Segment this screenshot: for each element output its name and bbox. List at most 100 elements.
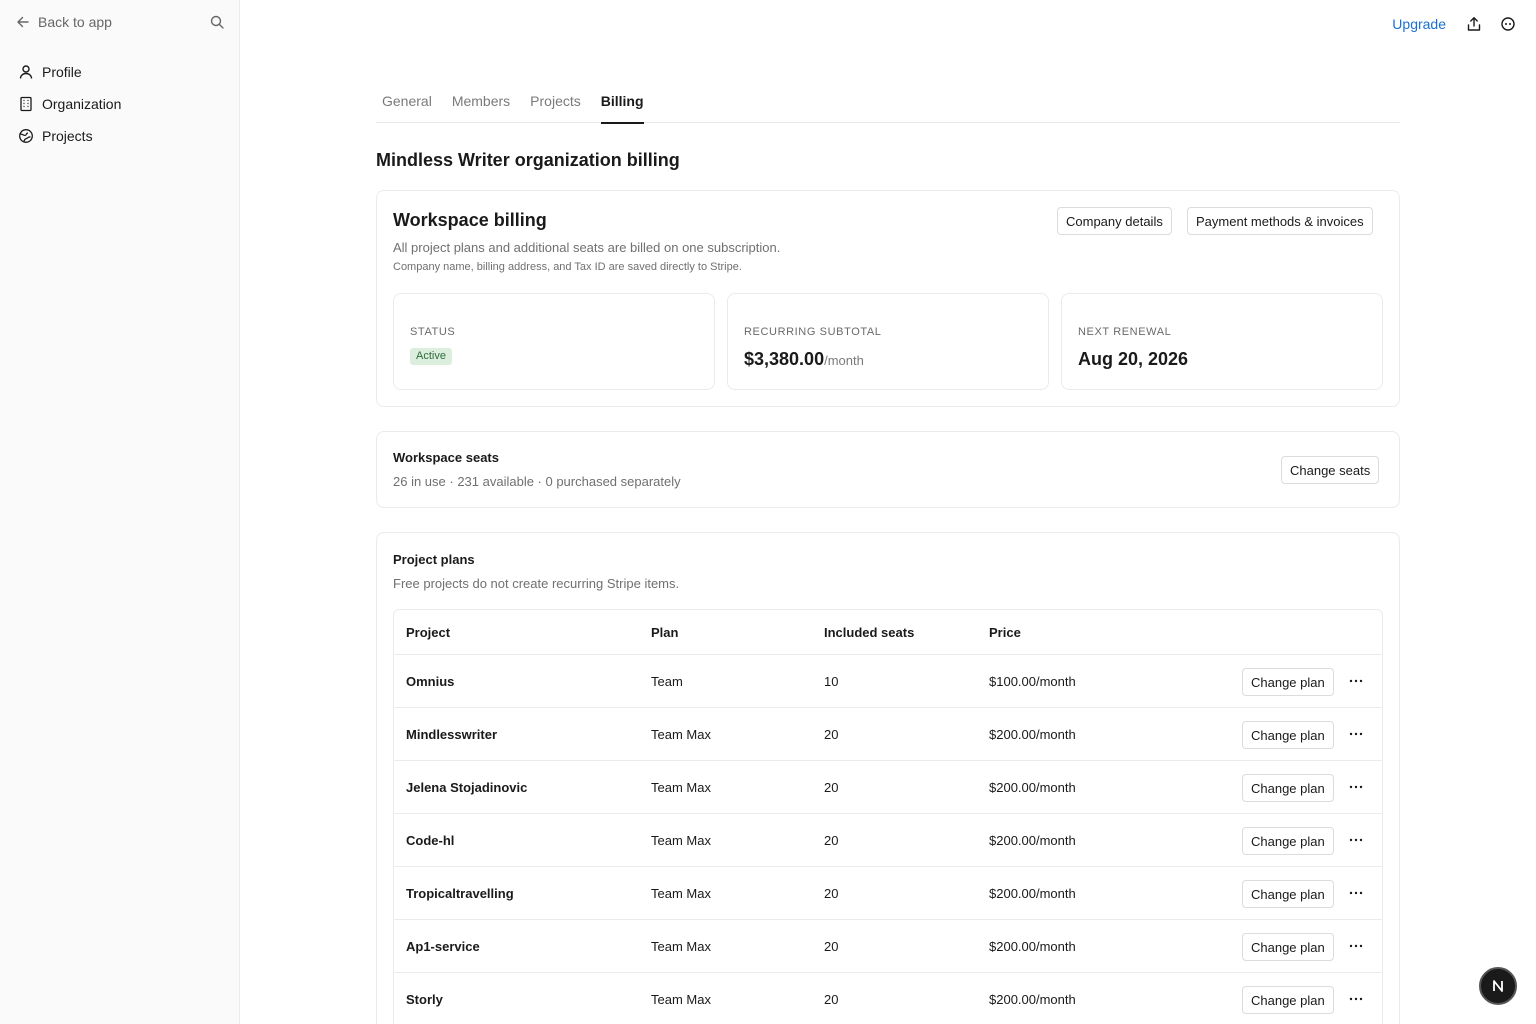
cell-plan: Team Max bbox=[651, 727, 711, 742]
next-renewal-value: Aug 20, 2026 bbox=[1078, 349, 1189, 369]
cell-plan: Team Max bbox=[651, 780, 711, 795]
back-to-app-link[interactable]: Back to app bbox=[16, 14, 112, 30]
cell-plan: Team Max bbox=[651, 833, 711, 848]
table-row: Tropicaltravelling Team Max 20 $200.00/mont… bbox=[394, 867, 1382, 920]
assistant-icon[interactable] bbox=[1500, 16, 1516, 32]
project-plans-table: Project Plan Included seats Price Omnius… bbox=[393, 609, 1383, 1024]
project-plans-card: Project plans Free projects do not creat… bbox=[376, 532, 1400, 1024]
project-plans-subtitle: Free projects do not create recurring St… bbox=[393, 576, 680, 591]
payment-methods-button[interactable]: Payment methods & invoices bbox=[1187, 207, 1373, 235]
sidebar-item-profile[interactable]: Profile bbox=[18, 56, 228, 88]
workspace-billing-subtitle: All project plans and additional seats a… bbox=[393, 240, 781, 255]
cell-project: Tropicaltravelling bbox=[406, 886, 514, 901]
company-details-button[interactable]: Company details bbox=[1057, 207, 1172, 235]
table-row: Omnius Team 10 $100.00/month Change plan bbox=[394, 655, 1382, 708]
workspace-billing-note: Company name, billing address, and Tax I… bbox=[393, 261, 742, 273]
column-header-included-seats: Included seats bbox=[824, 625, 915, 640]
tab-billing[interactable]: Billing bbox=[600, 86, 644, 124]
cell-plan: Team Max bbox=[651, 992, 711, 1007]
change-seats-button[interactable]: Change seats bbox=[1281, 456, 1380, 484]
table-header: Project Plan Included seats Price bbox=[394, 610, 1382, 655]
cell-project: Jelena Stojadinovic bbox=[406, 780, 528, 795]
table-row: Ap1-service Team Max 20 $200.00/month Change… bbox=[394, 920, 1382, 973]
change-plan-button[interactable]: Change plan bbox=[1242, 721, 1334, 749]
project-plans-title: Project plans bbox=[393, 552, 475, 567]
more-options-icon[interactable] bbox=[1346, 989, 1366, 1009]
cell-included-seats: 20 bbox=[824, 939, 839, 954]
cell-included-seats: 20 bbox=[824, 780, 839, 795]
upgrade-link[interactable]: Upgrade bbox=[1392, 16, 1446, 32]
top-bar: Upgrade bbox=[1392, 12, 1516, 36]
cell-included-seats: 20 bbox=[824, 992, 839, 1007]
column-header-project: Project bbox=[406, 625, 451, 640]
user-icon bbox=[18, 64, 34, 80]
share-icon[interactable] bbox=[1466, 16, 1482, 32]
table-body: Omnius Team 10 $100.00/month Change plan Mind… bbox=[394, 655, 1382, 1024]
cell-price: $200.00/month bbox=[989, 939, 1076, 954]
more-options-icon[interactable] bbox=[1346, 777, 1366, 797]
more-options-icon[interactable] bbox=[1346, 883, 1366, 903]
more-options-icon[interactable] bbox=[1346, 936, 1366, 956]
cell-project: Storly bbox=[406, 992, 443, 1007]
change-plan-button[interactable]: Change plan bbox=[1242, 668, 1334, 696]
recurring-subtotal-value: $3,380.00 bbox=[744, 349, 825, 369]
sidebar-item-label: Projects bbox=[42, 128, 93, 144]
building-icon bbox=[18, 96, 34, 112]
tab-members[interactable]: Members bbox=[452, 86, 510, 123]
workspace-seats-title: Workspace seats bbox=[393, 450, 499, 465]
column-header-price: Price bbox=[989, 625, 1021, 640]
cell-project: Mindlesswriter bbox=[406, 727, 498, 742]
table-row: Mindlesswriter Team Max 20 $200.00/month Cha… bbox=[394, 708, 1382, 761]
status-badge: Active bbox=[410, 348, 452, 365]
cell-price: $200.00/month bbox=[989, 727, 1076, 742]
cell-project: Omnius bbox=[406, 674, 455, 689]
change-plan-button[interactable]: Change plan bbox=[1242, 880, 1334, 908]
sidebar-item-label: Profile bbox=[42, 64, 82, 80]
tab-general[interactable]: General bbox=[382, 86, 432, 123]
change-plan-button[interactable]: Change plan bbox=[1242, 933, 1334, 961]
cell-plan: Team Max bbox=[651, 939, 711, 954]
recurring-subtotal-value-wrap: $3,380.00/month bbox=[744, 349, 864, 370]
workspace-billing-card: Workspace billing All project plans and … bbox=[376, 190, 1400, 407]
cell-price: $100.00/month bbox=[989, 674, 1076, 689]
next-renewal-label: NEXT RENEWAL bbox=[1078, 326, 1172, 338]
floating-n-button[interactable] bbox=[1479, 967, 1517, 1005]
tab-projects[interactable]: Projects bbox=[530, 86, 581, 123]
cell-price: $200.00/month bbox=[989, 833, 1076, 848]
table-row: Jelena Stojadinovic Team Max 20 $200.00/mon… bbox=[394, 761, 1382, 814]
sidebar: Back to app Profile Organization Project… bbox=[0, 0, 240, 1024]
status-label: STATUS bbox=[410, 326, 456, 338]
sidebar-nav: Profile Organization Projects bbox=[18, 56, 228, 152]
arrow-left-icon bbox=[16, 15, 30, 29]
cell-included-seats: 20 bbox=[824, 886, 839, 901]
status-stat: STATUS Active bbox=[393, 293, 715, 390]
recurring-subtotal-label: RECURRING SUBTOTAL bbox=[744, 326, 882, 338]
cell-price: $200.00/month bbox=[989, 886, 1076, 901]
search-icon[interactable] bbox=[210, 15, 224, 29]
n-logo-icon bbox=[1493, 980, 1503, 992]
cell-project: Ap1-service bbox=[406, 939, 480, 954]
cell-price: $200.00/month bbox=[989, 992, 1076, 1007]
table-row: Storly Team Max 20 $200.00/month Change plan bbox=[394, 973, 1382, 1024]
cell-price: $200.00/month bbox=[989, 780, 1076, 795]
cell-project: Code-hl bbox=[406, 833, 455, 848]
globe-icon bbox=[18, 128, 34, 144]
more-options-icon[interactable] bbox=[1346, 724, 1366, 744]
recurring-subtotal-unit: /month bbox=[824, 353, 864, 368]
back-to-app-label: Back to app bbox=[38, 14, 112, 30]
change-plan-button[interactable]: Change plan bbox=[1242, 986, 1334, 1014]
more-options-icon[interactable] bbox=[1346, 830, 1366, 850]
page-title: Mindless Writer organization billing bbox=[376, 150, 680, 170]
change-plan-button[interactable]: Change plan bbox=[1242, 827, 1334, 855]
next-renewal-stat: NEXT RENEWAL Aug 20, 2026 bbox=[1061, 293, 1383, 390]
sidebar-item-organization[interactable]: Organization bbox=[18, 88, 228, 120]
cell-included-seats: 20 bbox=[824, 727, 839, 742]
change-plan-button[interactable]: Change plan bbox=[1242, 774, 1334, 802]
workspace-seats-card: Workspace seats 26 in use · 231 availabl… bbox=[376, 431, 1400, 508]
cell-plan: Team Max bbox=[651, 886, 711, 901]
cell-included-seats: 20 bbox=[824, 833, 839, 848]
cell-plan: Team bbox=[651, 674, 683, 689]
sidebar-header: Back to app bbox=[16, 12, 224, 32]
more-options-icon[interactable] bbox=[1346, 671, 1366, 691]
sidebar-item-projects[interactable]: Projects bbox=[18, 120, 228, 152]
